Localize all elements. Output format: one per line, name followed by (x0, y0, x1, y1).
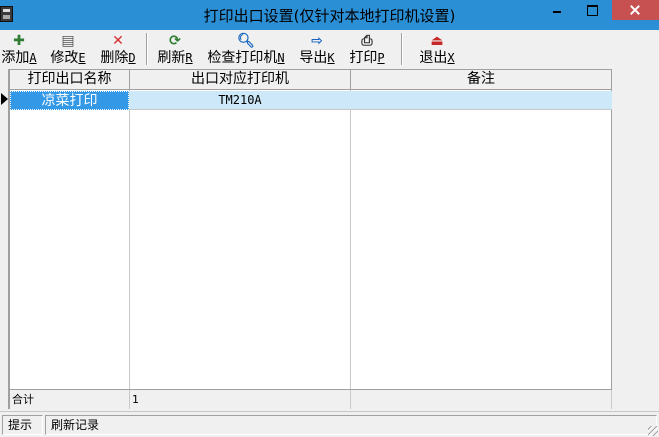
column-header-printer[interactable]: 出口对应打印机 (130, 70, 351, 90)
check-printer-button[interactable]: 🔍︎ 检查打印机N (203, 32, 289, 67)
add-label: 添加 (1, 50, 30, 66)
toolbar-separator (401, 33, 403, 65)
exit-shortcut: X (447, 51, 455, 65)
toolbar: ✚ 添加A ▤ 修改E ✕ 删除D ⟳ 刷新R 🔍︎ 检查打印机N ⇨ 导出K … (0, 30, 659, 68)
edit-label: 修改 (50, 50, 79, 66)
column-divider (129, 90, 130, 390)
cell-note[interactable] (351, 91, 612, 110)
footer-total-label: 合计 (10, 390, 130, 409)
export-label: 导出 (299, 50, 328, 66)
printer-outlet-grid[interactable]: 打印出口名称 出口对应打印机 备注 凉菜打印 TM210A 合计 1 (9, 69, 612, 409)
resize-grip-icon[interactable] (648, 426, 658, 436)
print-button[interactable]: ⎙ 打印P (346, 32, 388, 67)
refresh-label: 刷新 (157, 50, 186, 66)
exit-button[interactable]: ⏏ 退出X (416, 32, 458, 67)
print-shortcut: P (377, 51, 385, 65)
footer-note-cell (351, 390, 612, 409)
refresh-icon: ⟳ (169, 33, 181, 49)
export-shortcut: K (327, 51, 335, 65)
close-button[interactable] (612, 0, 659, 20)
export-icon: ⇨ (311, 33, 323, 49)
delete-button[interactable]: ✕ 删除D (98, 32, 138, 67)
grid-footer: 合计 1 (10, 389, 612, 409)
check-printer-label: 检查打印机 (207, 50, 278, 66)
column-header-outlet-name[interactable]: 打印出口名称 (10, 70, 130, 90)
delete-shortcut: D (128, 51, 136, 65)
check-printer-icon: 🔍︎ (237, 33, 255, 49)
cell-printer[interactable]: TM210A (130, 91, 350, 110)
delete-icon: ✕ (112, 33, 124, 49)
column-header-note[interactable]: 备注 (351, 70, 612, 90)
minimize-button[interactable] (542, 0, 572, 20)
delete-label: 删除 (100, 50, 129, 66)
print-label: 打印 (349, 50, 378, 66)
status-message: 刷新记录 (45, 415, 657, 435)
print-icon: ⎙ (361, 33, 373, 49)
status-bar: 提示 刷新记录 (0, 411, 659, 437)
maximize-button[interactable] (577, 0, 607, 20)
add-icon: ✚ (13, 33, 25, 49)
grid-side-area (612, 69, 659, 409)
row-indicator-column (0, 69, 9, 409)
cell-outlet-name[interactable]: 凉菜打印 (10, 91, 129, 110)
toolbar-separator (146, 33, 148, 65)
title-bar: 打印出口设置(仅针对本地打印机设置) (0, 0, 659, 30)
export-button[interactable]: ⇨ 导出K (296, 32, 338, 67)
column-divider (350, 90, 351, 390)
edit-shortcut: E (78, 51, 86, 65)
status-hint-label: 提示 (2, 415, 43, 435)
add-button[interactable]: ✚ 添加A (0, 32, 38, 67)
footer-total-count: 1 (130, 390, 351, 409)
exit-icon: ⏏ (430, 33, 444, 49)
table-row[interactable]: 凉菜打印 TM210A (10, 91, 612, 110)
edit-icon: ▤ (61, 33, 75, 49)
refresh-button[interactable]: ⟳ 刷新R (154, 32, 196, 67)
refresh-shortcut: R (185, 51, 193, 65)
edit-button[interactable]: ▤ 修改E (48, 32, 88, 67)
exit-label: 退出 (419, 50, 448, 66)
check-printer-shortcut: N (277, 51, 285, 65)
add-shortcut: A (29, 51, 37, 65)
current-row-pointer-icon (1, 93, 8, 105)
